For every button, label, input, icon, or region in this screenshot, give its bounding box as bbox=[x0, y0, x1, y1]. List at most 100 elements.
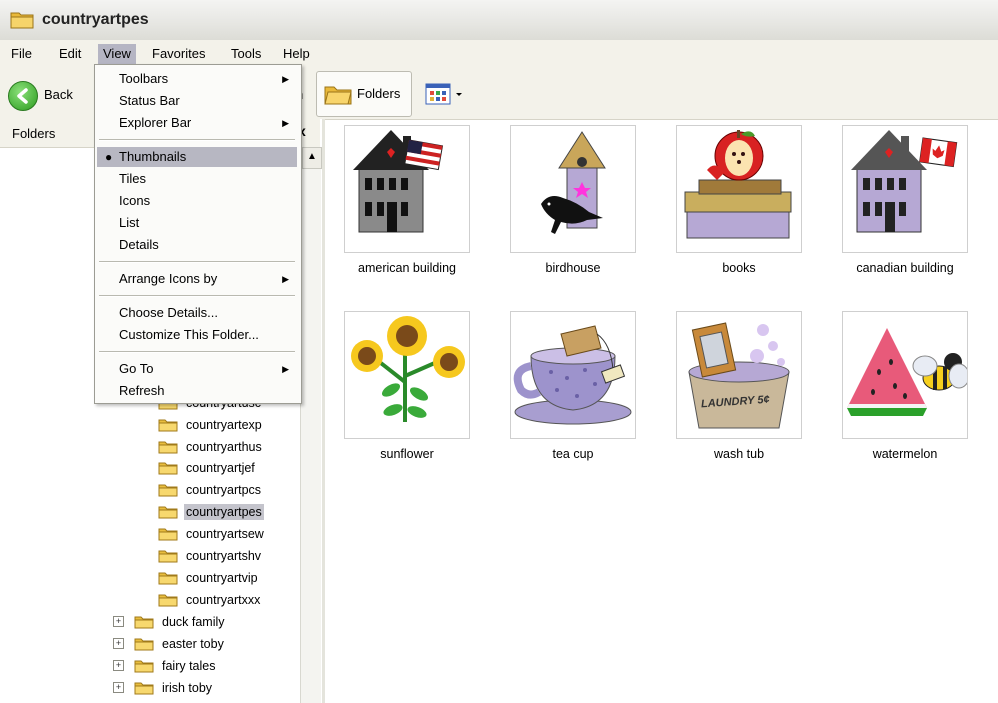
folder-icon bbox=[134, 681, 154, 695]
expand-plus-icon[interactable]: + bbox=[113, 660, 124, 671]
thumbnail-frame bbox=[510, 125, 636, 253]
menu-item-refresh[interactable]: Refresh bbox=[97, 381, 297, 401]
folders-pane-title: Folders bbox=[12, 126, 56, 141]
tree-item-label: countryartshv bbox=[186, 549, 262, 563]
menu-separator bbox=[99, 139, 295, 141]
books-icon bbox=[684, 130, 792, 239]
thumbnail-label: sunflower bbox=[380, 447, 434, 461]
folder-icon bbox=[158, 593, 178, 607]
submenu-arrow-icon: ▶ bbox=[282, 118, 289, 128]
tree-item-label: countryartjef bbox=[186, 461, 255, 476]
views-icon bbox=[425, 83, 462, 105]
menu-item-explorer-bar[interactable]: Explorer Bar ▶ bbox=[97, 113, 297, 133]
expand-plus-icon[interactable]: + bbox=[113, 616, 124, 627]
tree-item[interactable]: countryartsew bbox=[158, 523, 266, 543]
thumbnail-label: watermelon bbox=[872, 447, 938, 461]
menu-item-label: List bbox=[119, 215, 140, 230]
menu-item-label: Icons bbox=[119, 193, 151, 208]
submenu-arrow-icon: ▶ bbox=[282, 364, 289, 374]
menu-item-customize-this-folder[interactable]: Customize This Folder... bbox=[97, 325, 297, 345]
tree-item-label: countryartsew bbox=[186, 527, 264, 542]
tree-item-label: countryartxxx bbox=[186, 592, 261, 607]
menu-item-thumbnails[interactable]: ● Thumbnails bbox=[97, 147, 297, 167]
menu-separator bbox=[99, 261, 295, 263]
menu-tools[interactable]: Tools bbox=[226, 44, 266, 64]
tree-item-label: countryartvip bbox=[186, 570, 258, 585]
tree-scrollbar[interactable]: ▲ bbox=[300, 147, 322, 703]
folder-icon bbox=[10, 12, 34, 29]
expand-plus-icon[interactable]: + bbox=[113, 682, 124, 693]
menu-item-label: Details bbox=[119, 237, 159, 252]
expand-plus-icon[interactable]: + bbox=[113, 638, 124, 649]
menu-item-icons[interactable]: Icons bbox=[97, 191, 297, 211]
thumbnail-label: birdhouse bbox=[545, 261, 601, 275]
title-bar: countryartpes bbox=[0, 0, 998, 41]
folder-icon bbox=[158, 483, 178, 497]
tree-item[interactable]: easter toby bbox=[134, 633, 226, 653]
menu-item-label: Arrange Icons by bbox=[119, 271, 218, 286]
tree-item[interactable]: countryartvip bbox=[158, 567, 260, 587]
thumbnail-frame bbox=[842, 311, 970, 439]
menu-item-label: Choose Details... bbox=[119, 305, 218, 320]
thumbnail-frame bbox=[510, 311, 636, 439]
menu-item-tiles[interactable]: Tiles bbox=[97, 169, 297, 189]
tree-item[interactable]: fairy tales bbox=[134, 655, 218, 675]
menu-item-list[interactable]: List bbox=[97, 213, 297, 233]
thumbnail-label: american building bbox=[358, 261, 456, 275]
menu-separator bbox=[99, 295, 295, 297]
back-arrow-icon bbox=[8, 81, 38, 111]
folder-icon bbox=[158, 440, 178, 454]
menu-item-toolbars[interactable]: Toolbars ▶ bbox=[97, 69, 297, 89]
menu-favorites[interactable]: Favorites bbox=[147, 44, 210, 64]
tree-item[interactable]: duck family bbox=[134, 611, 227, 631]
menu-separator bbox=[99, 351, 295, 353]
watermelon-icon bbox=[847, 328, 970, 416]
folder-icon bbox=[134, 637, 154, 651]
tree-item[interactable]: countryartpes bbox=[158, 502, 264, 522]
sunflower-icon bbox=[351, 316, 465, 422]
menu-help[interactable]: Help bbox=[278, 44, 315, 64]
tree-item-label: countryartpes bbox=[184, 504, 264, 521]
back-label: Back bbox=[44, 87, 73, 102]
tree-item-label: irish toby bbox=[162, 680, 213, 695]
tree-item-label: fairy tales bbox=[162, 658, 216, 673]
tree-item[interactable]: countryartjef bbox=[158, 458, 257, 478]
tree-item[interactable]: countryartxxx bbox=[158, 589, 262, 609]
thumbnail-label: canadian building bbox=[856, 261, 954, 275]
scroll-up-arrow-icon[interactable]: ▲ bbox=[302, 147, 322, 169]
folder-icon bbox=[158, 549, 178, 563]
menu-view[interactable]: View bbox=[98, 44, 136, 64]
tree-item[interactable]: countryartexp bbox=[158, 414, 264, 434]
folder-icon bbox=[158, 461, 178, 475]
folder-icon bbox=[158, 527, 178, 541]
tree-item[interactable]: countryartshv bbox=[158, 545, 263, 565]
tree-item[interactable]: countryarthus bbox=[158, 436, 264, 456]
birdhouse-icon bbox=[541, 131, 606, 234]
menu-item-details[interactable]: Details bbox=[97, 235, 297, 255]
thumbnail-frame: LAUNDRY 5¢ bbox=[676, 311, 802, 439]
menu-item-label: Go To bbox=[119, 361, 154, 376]
folder-icon bbox=[134, 615, 154, 629]
thumbnail-frame bbox=[344, 311, 470, 439]
tree-item-label: duck family bbox=[162, 614, 225, 629]
menu-item-label: Refresh bbox=[119, 383, 165, 398]
folders-button[interactable]: Folders bbox=[316, 71, 412, 117]
menu-item-label: Toolbars bbox=[119, 71, 169, 86]
tree-item[interactable]: countryartpcs bbox=[158, 480, 263, 500]
menu-file[interactable]: File bbox=[6, 44, 37, 64]
menu-edit[interactable]: Edit bbox=[54, 44, 86, 64]
tree-item[interactable]: irish toby bbox=[134, 677, 214, 697]
canadian-building-icon bbox=[851, 130, 958, 233]
folder-icon bbox=[158, 418, 178, 432]
views-button[interactable] bbox=[424, 81, 468, 107]
menu-item-go-to[interactable]: Go To ▶ bbox=[97, 359, 297, 379]
thumbnail-frame bbox=[676, 125, 802, 253]
menu-item-choose-details[interactable]: Choose Details... bbox=[97, 303, 297, 323]
thumbnail-label: books bbox=[722, 261, 756, 275]
menu-item-arrange-icons-by[interactable]: Arrange Icons by ▶ bbox=[97, 269, 297, 289]
back-button[interactable]: Back bbox=[8, 79, 88, 111]
folders-label: Folders bbox=[357, 86, 401, 101]
tree-item-label: countryartexp bbox=[186, 417, 262, 432]
menu-item-status-bar[interactable]: Status Bar bbox=[97, 91, 297, 111]
thumbnail-label: tea cup bbox=[552, 447, 594, 461]
